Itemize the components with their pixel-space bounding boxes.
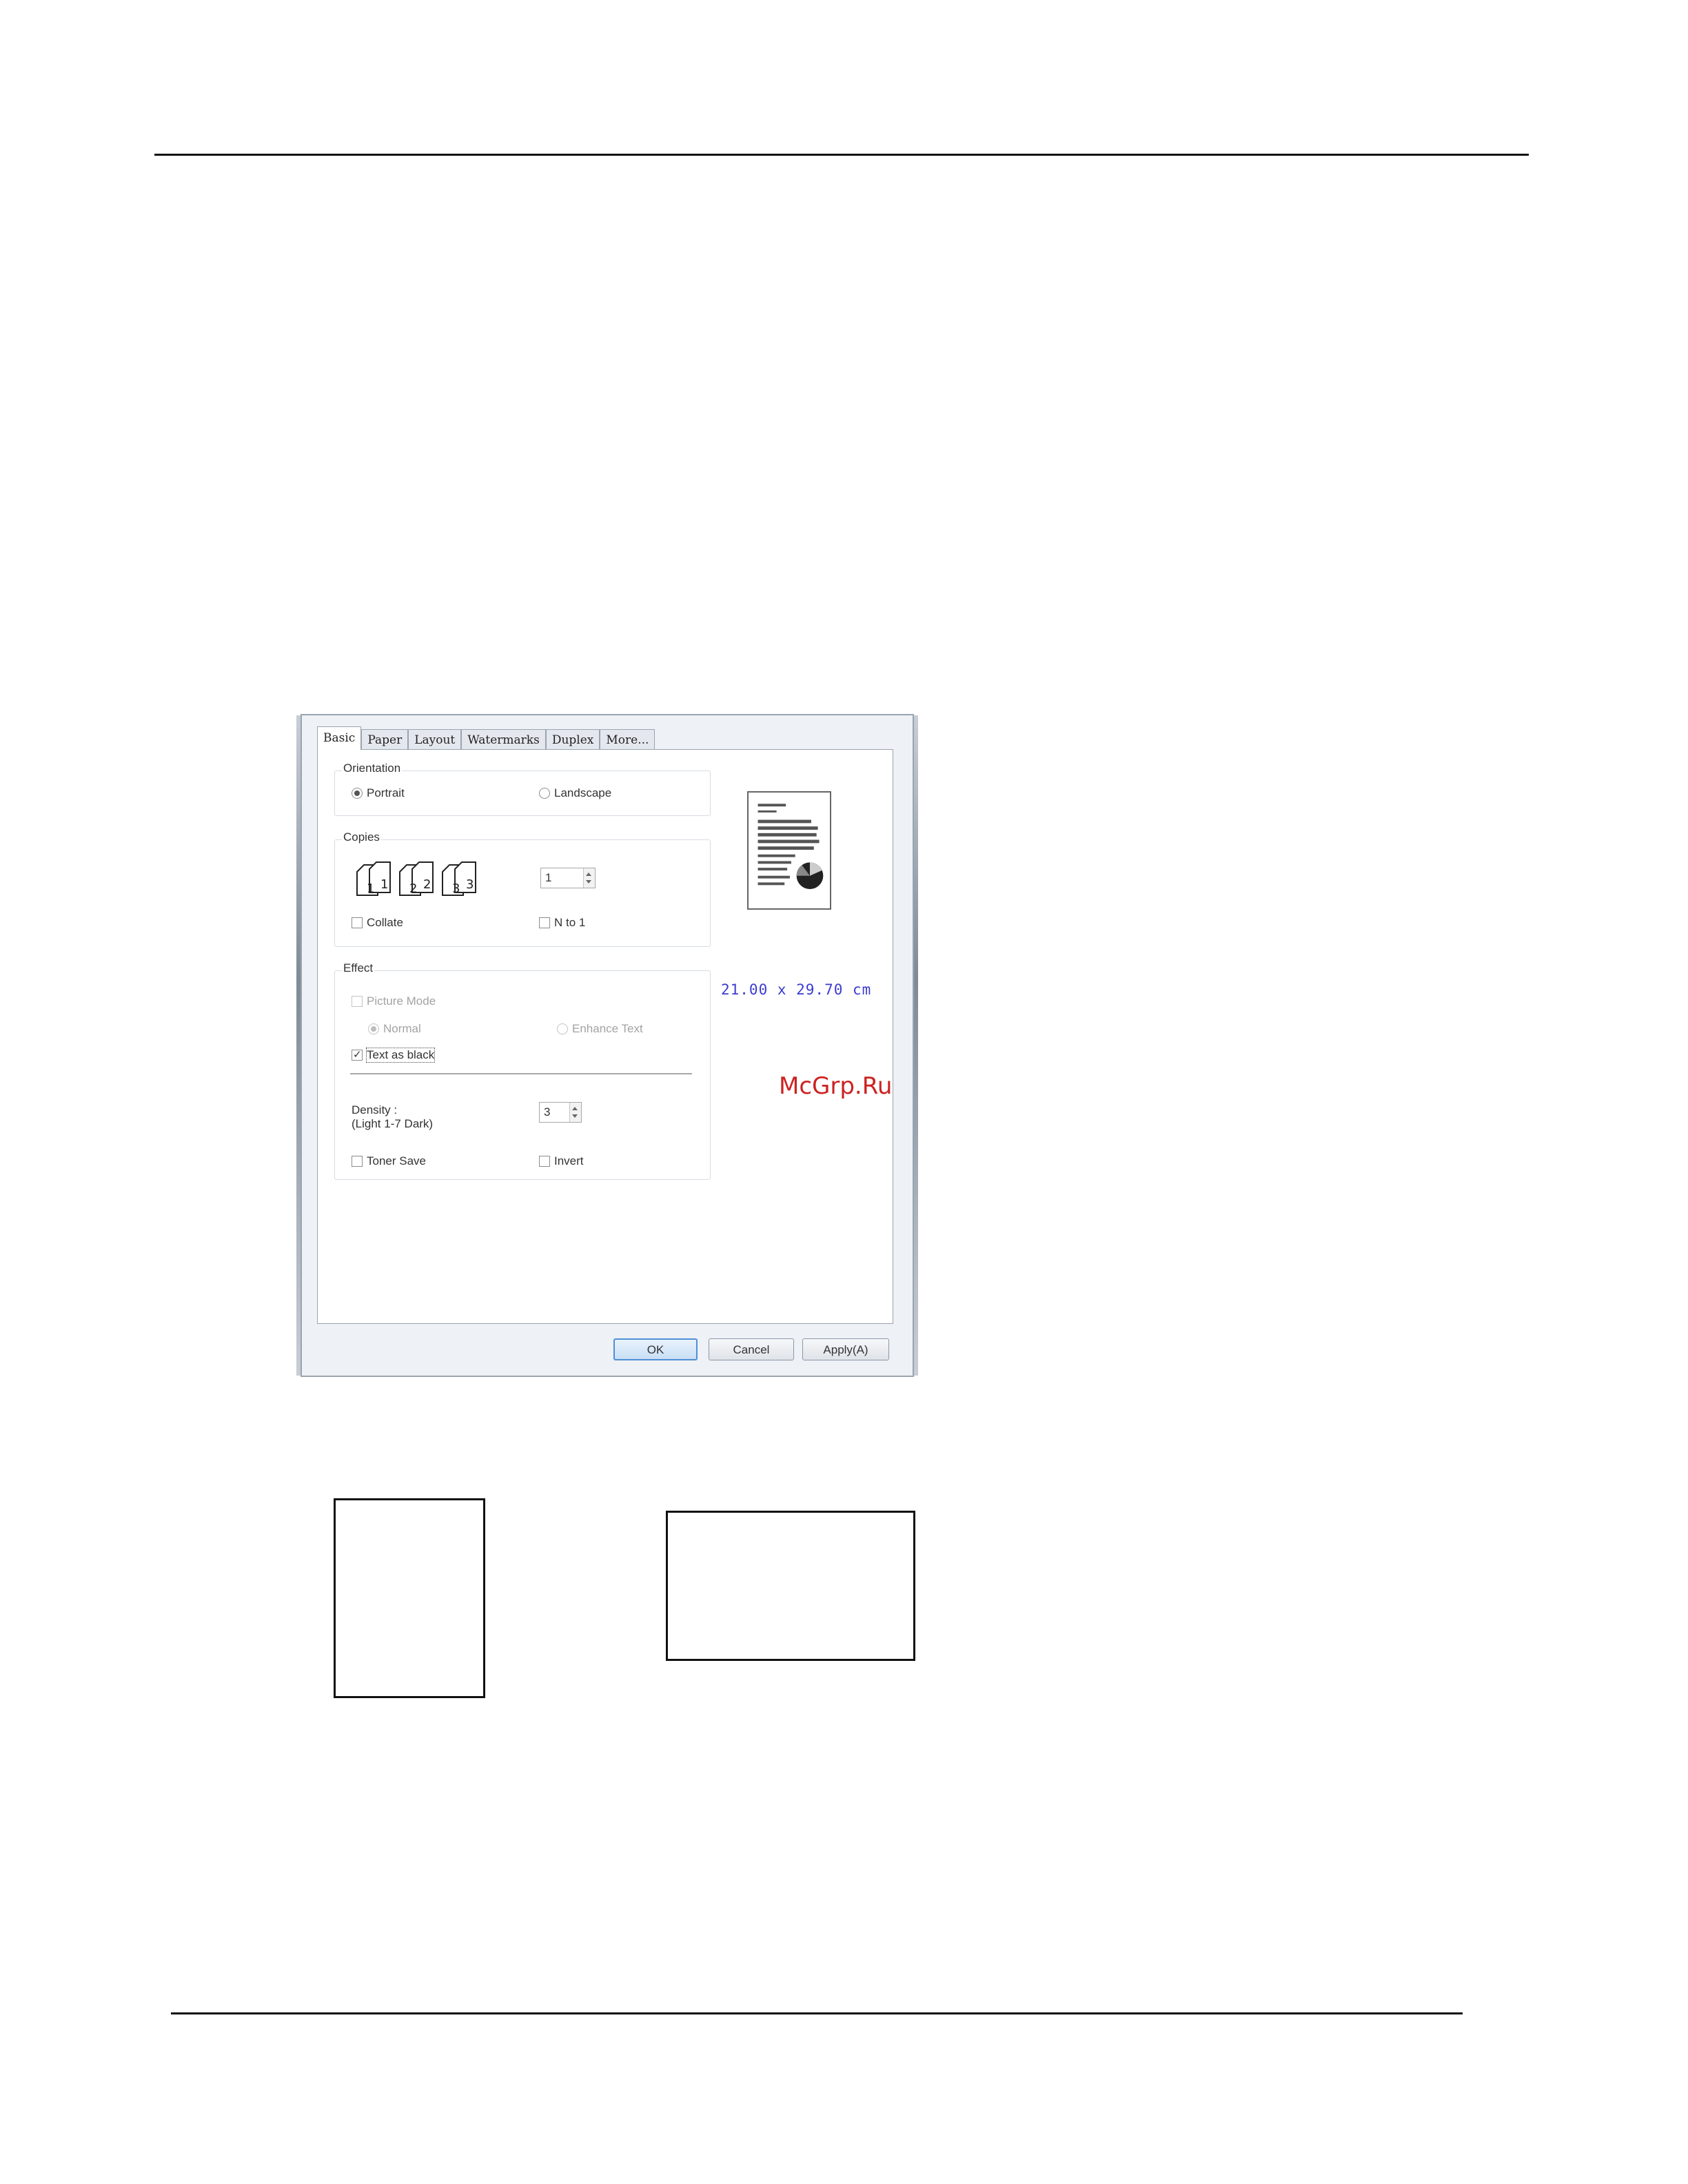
window-edge-right: [914, 715, 918, 1376]
paper-size-label: 21.00 x 29.70 cm: [721, 981, 872, 998]
tab-bar: Basic Paper Layout Watermarks Duplex Mor…: [317, 726, 655, 750]
tab-more[interactable]: More...: [600, 729, 655, 750]
copies-collate-icon: 11 22 33: [356, 861, 476, 896]
svg-text:1: 1: [367, 881, 374, 896]
orientation-title: Orientation: [342, 762, 403, 775]
collate-label[interactable]: Collate: [367, 916, 403, 930]
page-preview-graphic: [757, 804, 824, 890]
bottom-divider: [171, 2012, 1463, 2014]
effect-title: Effect: [342, 961, 375, 975]
portrait-label[interactable]: Portrait: [367, 786, 405, 800]
orientation-group: Orientation Portrait Landscape: [334, 762, 711, 816]
copies-spinner[interactable]: 1: [540, 868, 596, 888]
copies-value[interactable]: 1: [545, 871, 551, 885]
density-range-label: (Light 1-7 Dark): [352, 1117, 434, 1130]
landscape-orientation-diagram: [666, 1511, 915, 1661]
page-preview-icon: [747, 791, 831, 910]
cancel-button[interactable]: Cancel: [709, 1338, 794, 1360]
n-to-1-checkbox[interactable]: [539, 917, 550, 928]
apply-button[interactable]: Apply(A): [802, 1338, 889, 1360]
effect-group: Effect Picture Mode Normal Enhance Text …: [334, 961, 711, 1180]
toner-save-checkbox[interactable]: [352, 1156, 363, 1167]
text-as-black-label[interactable]: Text as black: [365, 1048, 436, 1063]
n-to-1-label[interactable]: N to 1: [554, 916, 585, 930]
tab-basic[interactable]: Basic: [317, 726, 362, 750]
enhance-text-label[interactable]: Enhance Text: [572, 1022, 643, 1036]
density-value[interactable]: 3: [544, 1105, 550, 1119]
portrait-orientation-diagram: [334, 1498, 485, 1698]
invert-label[interactable]: Invert: [554, 1154, 584, 1168]
svg-text:3: 3: [466, 877, 474, 892]
tab-paper[interactable]: Paper: [361, 729, 409, 750]
invert-checkbox[interactable]: [539, 1156, 550, 1167]
svg-text:3: 3: [452, 881, 460, 896]
normal-label[interactable]: Normal: [383, 1022, 421, 1036]
tab-watermarks[interactable]: Watermarks: [461, 729, 546, 750]
collate-checkbox[interactable]: [352, 917, 363, 928]
svg-text:1: 1: [380, 877, 388, 892]
spinner-arrows-icon[interactable]: [569, 1103, 581, 1122]
copies-title: Copies: [342, 830, 381, 844]
picture-mode-label[interactable]: Picture Mode: [367, 994, 436, 1008]
effect-separator: [350, 1073, 692, 1074]
picture-mode-checkbox[interactable]: [352, 996, 363, 1007]
tab-duplex[interactable]: Duplex: [545, 729, 600, 750]
density-label: Density :: [352, 1103, 398, 1116]
top-divider: [154, 154, 1529, 156]
normal-radio[interactable]: [368, 1023, 379, 1034]
toner-save-label[interactable]: Toner Save: [367, 1154, 426, 1168]
svg-text:2: 2: [409, 881, 417, 896]
svg-text:2: 2: [423, 877, 431, 892]
landscape-radio[interactable]: [539, 788, 550, 799]
portrait-radio[interactable]: [352, 788, 363, 799]
enhance-text-radio[interactable]: [557, 1023, 568, 1034]
watermark-text: McGrp.Ru: [779, 1072, 893, 1100]
spinner-arrows-icon[interactable]: [583, 868, 595, 888]
landscape-label[interactable]: Landscape: [554, 786, 611, 800]
density-spinner[interactable]: 3: [539, 1102, 582, 1123]
copies-group: Copies 11 22 33 1 Collate N to 1: [334, 830, 711, 947]
ok-button[interactable]: OK: [613, 1338, 698, 1360]
tab-layout[interactable]: Layout: [408, 729, 462, 750]
window-edge-left: [296, 715, 301, 1376]
text-as-black-checkbox[interactable]: [352, 1048, 363, 1061]
